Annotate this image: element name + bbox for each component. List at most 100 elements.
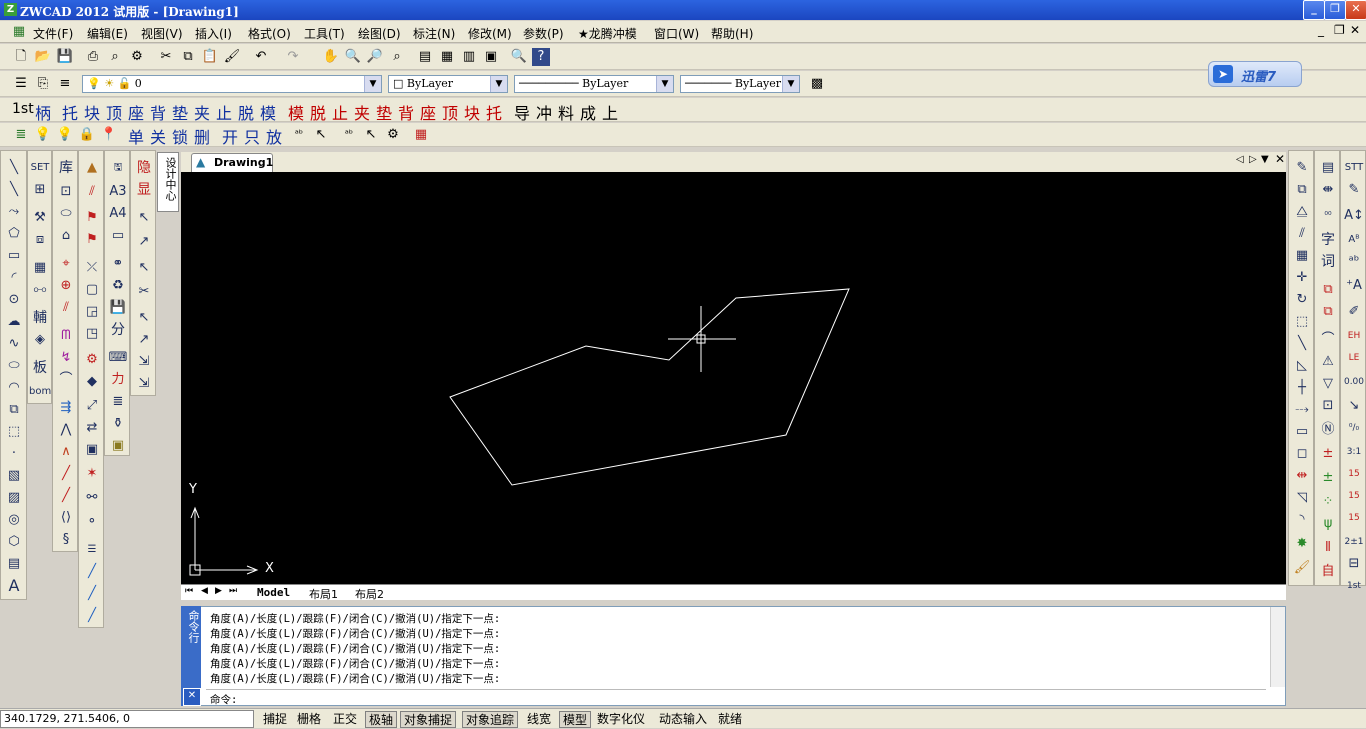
layer-btn[interactable]: 开 [222,124,238,148]
mold-btn[interactable]: 块 [84,100,100,124]
circle-icon[interactable]: ⊙ [3,289,25,311]
move-icon[interactable]: ⇄ [81,417,103,439]
hide-button[interactable]: 隐 [133,157,155,179]
properties-icon[interactable]: ▤ [416,48,434,66]
eh-icon[interactable]: EH [1343,325,1365,347]
stack-icon[interactable]: ⧈ [29,229,51,251]
color-tool-icon[interactable]: ⚙ [384,126,402,144]
mold-btn[interactable]: 顶 [442,100,458,124]
curve-icon[interactable]: ⌒ [55,369,77,391]
refresh-icon[interactable]: ♻ [107,275,129,297]
tab-menu-icon[interactable]: ▼ [1261,154,1269,165]
mold-btn[interactable]: 上 [602,100,618,124]
zoom-previous-icon[interactable]: ⌕ [388,48,406,66]
mold-btn[interactable]: 托 [486,100,502,124]
array-icon[interactable]: ▦ [1291,245,1313,267]
menu-file[interactable]: 文件(F) [33,25,73,42]
menu-insert[interactable]: 插入(I) [195,25,232,42]
dash-line-2-icon[interactable]: ╱ [81,583,103,605]
make-block-icon[interactable]: ⬚ [3,421,25,443]
offset-icon[interactable]: ▣ [81,439,103,461]
command-input[interactable]: 命令: [206,689,1266,706]
bars-icon[interactable]: ⦀ [1317,537,1339,559]
mold-btn[interactable]: 座 [128,100,144,124]
command-scrollbar[interactable] [1270,607,1285,687]
new-file-icon[interactable]: 🗋 [12,48,30,66]
doc-close-icon[interactable]: ✕ [1350,23,1360,37]
publish-icon[interactable]: ⚙ [128,48,146,66]
zigzag-icon[interactable]: ᗰ [55,325,77,347]
hatch-lines-icon[interactable]: ⫽ [55,297,77,319]
help-icon[interactable]: ? [532,48,550,66]
bracket-icon[interactable]: ⟨⟩ [55,507,77,529]
line-icon[interactable]: ╲ [3,157,25,179]
word-icon[interactable]: 词 [1317,251,1339,273]
text-format-icon[interactable]: ᵃᵇ [1343,251,1365,273]
dim-linear-icon[interactable]: ⇼ [1317,179,1339,201]
keyboard-icon[interactable]: ⌨ [107,347,129,369]
chamfer-tool-icon[interactable]: ◹ [1291,487,1313,509]
fraction-icon[interactable]: ⁰/₀ [1343,417,1365,439]
arrow-right-icon[interactable]: ↗ [133,329,155,351]
ratio-icon[interactable]: 3:1 [1343,441,1365,463]
fifteen-3-icon[interactable]: 15 [1343,507,1365,529]
text-align-icon[interactable]: ⁺A [1343,275,1365,297]
toggle-tablet[interactable]: 数字化仪 [594,711,648,728]
tool-icon[interactable]: ⚒ [29,207,51,229]
mold-btn[interactable]: 座 [420,100,436,124]
fillet-icon[interactable]: ◲ [81,301,103,323]
flag-icon[interactable]: ⚑ [81,207,103,229]
scale-tool-icon[interactable]: ⬚ [1291,311,1313,333]
layer-icon[interactable]: ≣ [12,126,30,144]
tab-next-icon[interactable]: ▷ [1249,154,1257,165]
arrow-move-icon[interactable]: ↖ [133,307,155,329]
hatch-icon[interactable]: ▧ [3,465,25,487]
tab-close-icon[interactable]: ✕ [1275,152,1285,166]
search-icon[interactable]: 🔍 [510,48,528,66]
polygon-icon[interactable]: ⬠ [3,223,25,245]
arrow-list-icon[interactable]: ⇲ [133,373,155,395]
square-icon[interactable]: ⊡ [55,181,77,203]
save-disk-icon[interactable]: 💾 [107,297,129,319]
construction-line-icon[interactable]: ╲ [3,179,25,201]
drawn-polyline[interactable] [449,288,850,486]
toggle-lineweight[interactable]: 线宽 [524,711,554,728]
dots-icon[interactable]: ⁘ [1317,491,1339,513]
text-edit-icon[interactable]: ᵃᵇ [340,126,358,144]
rectangle-icon[interactable]: ▭ [3,245,25,267]
grass-icon[interactable]: ψ [1317,513,1339,535]
flag-arrow-icon[interactable]: ⚑ [81,229,103,251]
move-cross-icon[interactable]: ✛ [1291,267,1313,289]
pin-icon[interactable]: 📍 [100,126,118,144]
angle-icon[interactable]: ∧ [55,441,77,463]
dim-icon[interactable]: ⇶ [55,397,77,419]
cube-icon[interactable]: ◈ [29,329,51,351]
mold-btn[interactable]: 柄 [35,100,51,124]
bracket-text-icon[interactable]: ⊟ [1343,553,1365,575]
toggle-dynamic-input[interactable]: 动态输入 [656,711,710,728]
text-ab-icon[interactable]: Aᴮ [1343,229,1365,251]
tolerance-icon[interactable]: ⊡ [1317,395,1339,417]
mold-btn[interactable]: 夹 [194,100,210,124]
gear-icon[interactable]: ⚙ [81,349,103,371]
print-icon[interactable]: ⎙ [84,48,102,66]
palette-icon[interactable]: ▦ [412,126,430,144]
mold-btn[interactable]: 托 [62,100,78,124]
print-preview-icon[interactable]: ⌕ [106,48,124,66]
text-style-icon[interactable]: ᵃᵇ [290,126,308,144]
layer-dropdown[interactable]: 💡 ☀ 🔓 0 ▼ [82,75,382,93]
house-icon[interactable]: ⌂ [55,225,77,247]
split-button[interactable]: 分 [107,319,129,341]
break-icon[interactable]: ▭ [1291,421,1313,443]
auto-icon[interactable]: 自 [1317,561,1339,583]
select-arrow-icon[interactable]: ↖ [362,126,380,144]
cut-icon[interactable]: ✂ [157,48,175,66]
menu-edit[interactable]: 编辑(E) [87,25,128,42]
lightbulb-icon[interactable]: 💡 [34,126,52,144]
slash-icon[interactable]: ╱ [55,485,77,507]
pan-icon[interactable]: ✋ [322,48,340,66]
arrow-cross-icon[interactable]: ↗ [133,231,155,253]
plate-button[interactable]: 板 [29,357,51,379]
grid-icon[interactable]: ▦ [29,257,51,279]
next-tab-icon[interactable]: ▶ [215,586,222,596]
